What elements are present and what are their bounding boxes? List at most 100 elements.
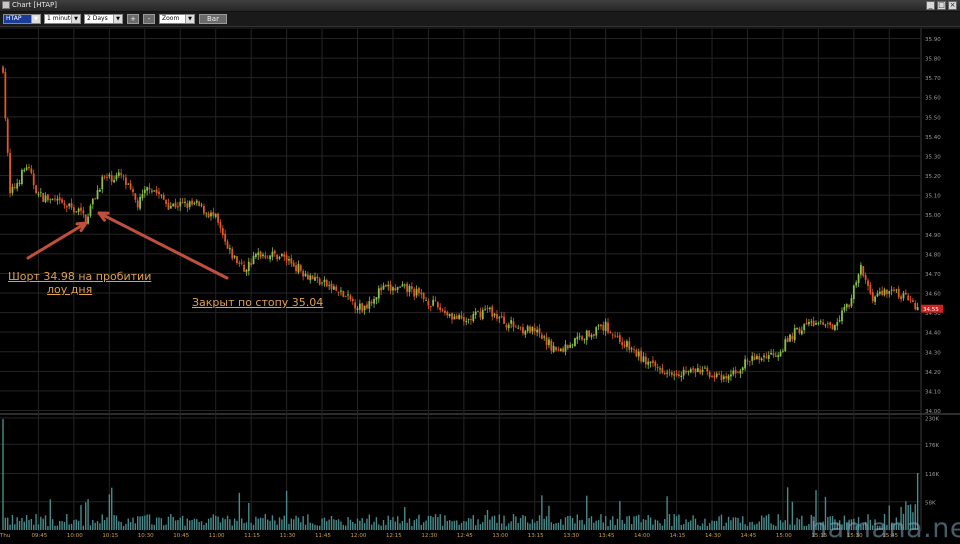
volume-bar [711, 520, 713, 530]
candle-body [488, 307, 491, 310]
candle-body [39, 192, 42, 194]
candle-body [94, 198, 97, 200]
volume-bar [444, 515, 446, 530]
candle-body [205, 212, 208, 214]
volume-bar [687, 522, 690, 530]
volume-bar [193, 518, 196, 530]
volume-bar [794, 524, 796, 530]
candle-body [342, 290, 345, 297]
candle-body [590, 334, 593, 338]
candle-body [129, 183, 132, 190]
candle-body [186, 203, 189, 208]
candle-body [687, 371, 690, 372]
volume-bar [505, 526, 508, 530]
candle-body [689, 368, 692, 373]
candle-body [685, 370, 687, 373]
candle-body [772, 353, 775, 356]
candle-body [28, 167, 30, 169]
volume-bar [723, 525, 725, 530]
volume-bar [548, 505, 550, 530]
candle-body [722, 376, 725, 379]
volume-bar [564, 517, 567, 530]
candle-body [782, 350, 784, 352]
volume-bar [380, 525, 382, 530]
volume-bar [33, 524, 35, 530]
volume-panel [0, 415, 920, 531]
candle-body [113, 179, 115, 183]
candle-body [893, 289, 895, 291]
volume-bar [278, 517, 281, 530]
candle-body [453, 316, 456, 320]
volume-bar [165, 524, 167, 530]
candle-body [644, 356, 647, 365]
candle-body [834, 324, 836, 331]
volume-bar [9, 524, 11, 530]
candle-body [240, 262, 243, 264]
candle-body [465, 321, 468, 323]
candle-body [536, 329, 539, 333]
candle-body [252, 255, 255, 265]
candle-body [169, 205, 172, 209]
candle-body [876, 293, 879, 297]
volume-bar [252, 524, 255, 530]
candle-body [373, 298, 375, 304]
candle-body [302, 271, 305, 277]
candle-body [35, 185, 37, 194]
candle-body [819, 321, 822, 323]
candle-body [550, 340, 553, 351]
candle-body [448, 314, 451, 316]
candle-body [514, 326, 517, 328]
volume-bar [127, 518, 129, 530]
candle-body [406, 283, 409, 292]
volume-bar [786, 487, 789, 530]
volume-bar [181, 515, 184, 530]
volume-bar [354, 523, 356, 530]
volume-bar [673, 514, 675, 530]
volume-bar [784, 520, 786, 530]
volume-bar [600, 514, 602, 530]
candle-body [498, 317, 501, 319]
candle-body [181, 202, 184, 204]
volume-bar [89, 525, 92, 530]
candle-body [429, 305, 432, 308]
volume-bar [760, 515, 763, 530]
volume-bar [375, 517, 378, 530]
volume-bar [574, 523, 576, 530]
price-tick-label: 34.10 [925, 389, 941, 395]
candle-body [673, 374, 676, 376]
volume-bar [626, 516, 628, 530]
candle-body [852, 285, 855, 300]
volume-bar [73, 519, 75, 530]
candle-body [231, 248, 234, 259]
candle-body [739, 370, 742, 374]
candle-body [897, 288, 900, 298]
candle-body [725, 376, 728, 379]
volume-bar [500, 523, 503, 530]
candle-body [715, 373, 718, 377]
volume-bar [586, 495, 588, 530]
candle-body [259, 251, 262, 258]
volume-bar [23, 521, 25, 530]
candle-body [54, 198, 56, 200]
volume-bar [486, 509, 489, 530]
volume-bar [581, 519, 583, 530]
candle-body [767, 355, 770, 359]
volume-bar [550, 522, 553, 530]
candle-body [266, 257, 269, 259]
candle-body [84, 214, 87, 223]
volume-bar [290, 518, 293, 530]
candle-body [538, 328, 541, 334]
candle-body [633, 349, 635, 351]
volume-bar [739, 522, 742, 530]
candle-body [415, 289, 418, 296]
candle-body [344, 296, 347, 298]
price-tick-label: 34.40 [925, 331, 941, 337]
time-tick-label: Thu [0, 533, 10, 539]
candle-body [146, 187, 149, 191]
volume-bar [531, 519, 534, 530]
candle-body [604, 321, 607, 331]
candle-body [588, 330, 591, 337]
volume-bar [437, 517, 439, 530]
candle-body [614, 335, 617, 337]
candle-body [652, 360, 654, 363]
